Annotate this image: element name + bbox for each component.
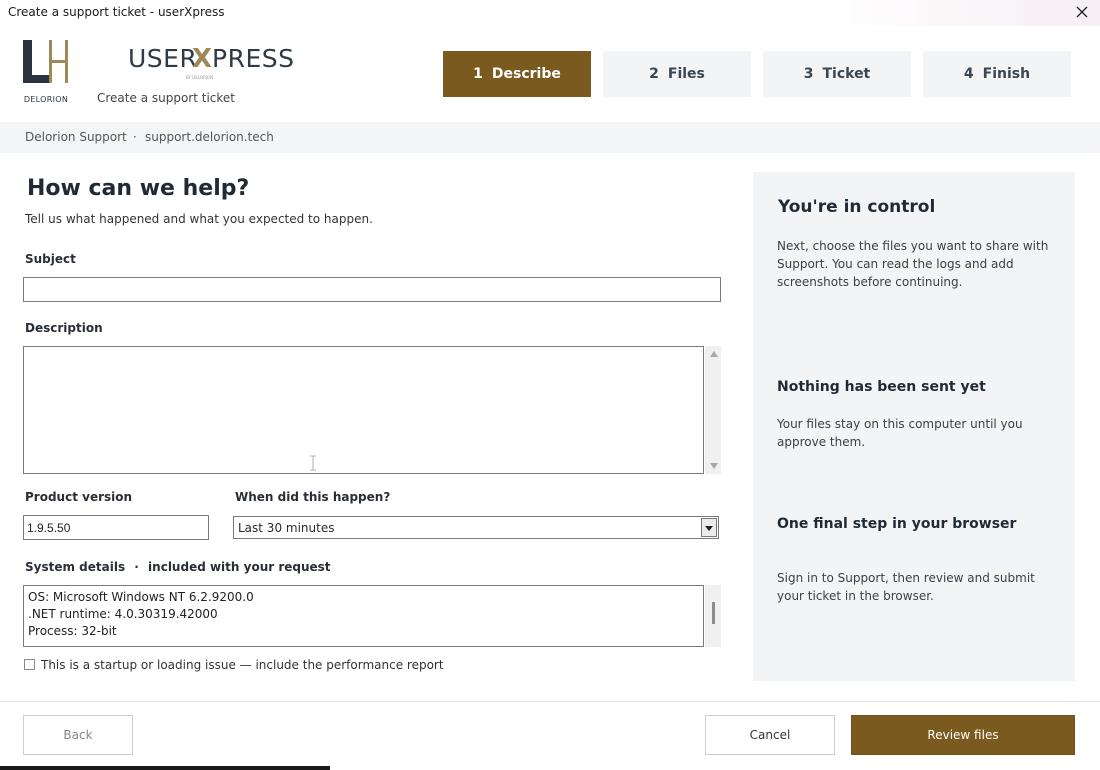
scroll-up-icon[interactable] (710, 351, 718, 357)
step-number: 3 (803, 66, 814, 82)
userxpress-wordmark: USER X PRESS BY DELORION (128, 41, 298, 81)
version-input[interactable] (23, 515, 209, 540)
step-number: 2 (649, 66, 659, 82)
scroll-down-icon[interactable] (710, 463, 718, 469)
header-subtitle: Create a support ticket (97, 91, 235, 105)
system-details-scrollbar[interactable] (705, 585, 721, 647)
step-number: 1 (473, 66, 483, 82)
breadcrumb-site: Delorion Support (25, 130, 127, 144)
info-sidebar: You're in control Next, choose the files… (753, 172, 1075, 681)
sidebar-intro: Next, choose the files you want to share… (777, 239, 1049, 289)
subject-label: Subject (25, 252, 76, 266)
step-label: Describe (491, 66, 561, 82)
taskbar-edge (0, 766, 330, 770)
system-line-process: Process: 32-bit (28, 624, 117, 638)
system-line-runtime: .NET runtime: 4.0.30319.42000 (28, 607, 218, 621)
sidebar-heading: You're in control (778, 197, 936, 217)
page-subtitle: Tell us what happened and what you expec… (25, 212, 373, 226)
window-title: Create a support ticket - userXpress (8, 5, 225, 19)
wordmark-x: X (192, 44, 212, 74)
step-finish[interactable]: 4 Finish (923, 51, 1071, 97)
review-files-button[interactable]: Review files (851, 715, 1075, 755)
description-scrollbar[interactable] (705, 346, 721, 474)
step-number: 4 (963, 66, 974, 82)
system-details-separator: · (134, 560, 139, 574)
step-files[interactable]: 2 Files (603, 51, 751, 97)
breadcrumb-separator: · (133, 130, 137, 144)
when-select-value: Last 30 minutes (238, 521, 335, 535)
sidebar-section-body: Your files stay on this computer until y… (777, 417, 1023, 449)
step-label: Finish (982, 66, 1031, 82)
description-label: Description (25, 321, 103, 335)
step-label: Files (667, 66, 705, 82)
system-details-note: included with your request (148, 560, 331, 574)
dropdown-arrow-icon[interactable] (701, 518, 717, 537)
text-cursor-icon (310, 455, 316, 471)
system-details-title: System details (25, 560, 126, 574)
system-details-box[interactable]: OS: Microsoft Windows NT 6.2.9200.0 .NET… (23, 585, 704, 647)
back-button[interactable]: Back (23, 715, 133, 755)
scroll-thumb[interactable] (712, 602, 715, 624)
window-titlebar: Create a support ticket - userXpress (0, 0, 1100, 26)
system-line-os: OS: Microsoft Windows NT 6.2.9200.0 (28, 590, 254, 604)
startup-issue-label[interactable]: This is a startup or loading issue — inc… (41, 658, 444, 672)
when-label: When did this happen? (235, 490, 391, 504)
cancel-button[interactable]: Cancel (705, 715, 835, 755)
wordmark-tagline: BY DELORION (186, 75, 213, 80)
wordmark-left: USER (128, 44, 197, 73)
sidebar-section-title: Nothing has been sent yet (777, 379, 986, 395)
logo-caption: DELORION (23, 95, 69, 104)
description-textarea[interactable] (23, 346, 704, 474)
sidebar-section-body: Sign in to Support, then review and subm… (777, 571, 1035, 603)
version-label: Product version (25, 490, 133, 504)
sidebar-section-title: One final step in your browser (777, 516, 1017, 532)
footer-divider (0, 701, 1100, 702)
system-details-label: System details · included with your requ… (25, 560, 331, 574)
startup-issue-checkbox[interactable] (24, 659, 35, 670)
breadcrumb-url: support.delorion.tech (145, 130, 274, 144)
when-select[interactable]: Last 30 minutes (233, 516, 719, 539)
step-ticket[interactable]: 3 Ticket (763, 51, 911, 97)
wizard-header: DELORION USER X PRESS BY DELORION Create… (0, 26, 1100, 122)
step-describe[interactable]: 1 Describe (443, 51, 591, 97)
breadcrumb: Delorion Support · support.delorion.tech (0, 122, 1100, 153)
close-icon[interactable] (1072, 2, 1092, 22)
wordmark-right: PRESS (212, 44, 294, 73)
step-label: Ticket (822, 66, 871, 82)
page-title: How can we help? (27, 176, 250, 201)
subject-input[interactable] (23, 277, 721, 302)
